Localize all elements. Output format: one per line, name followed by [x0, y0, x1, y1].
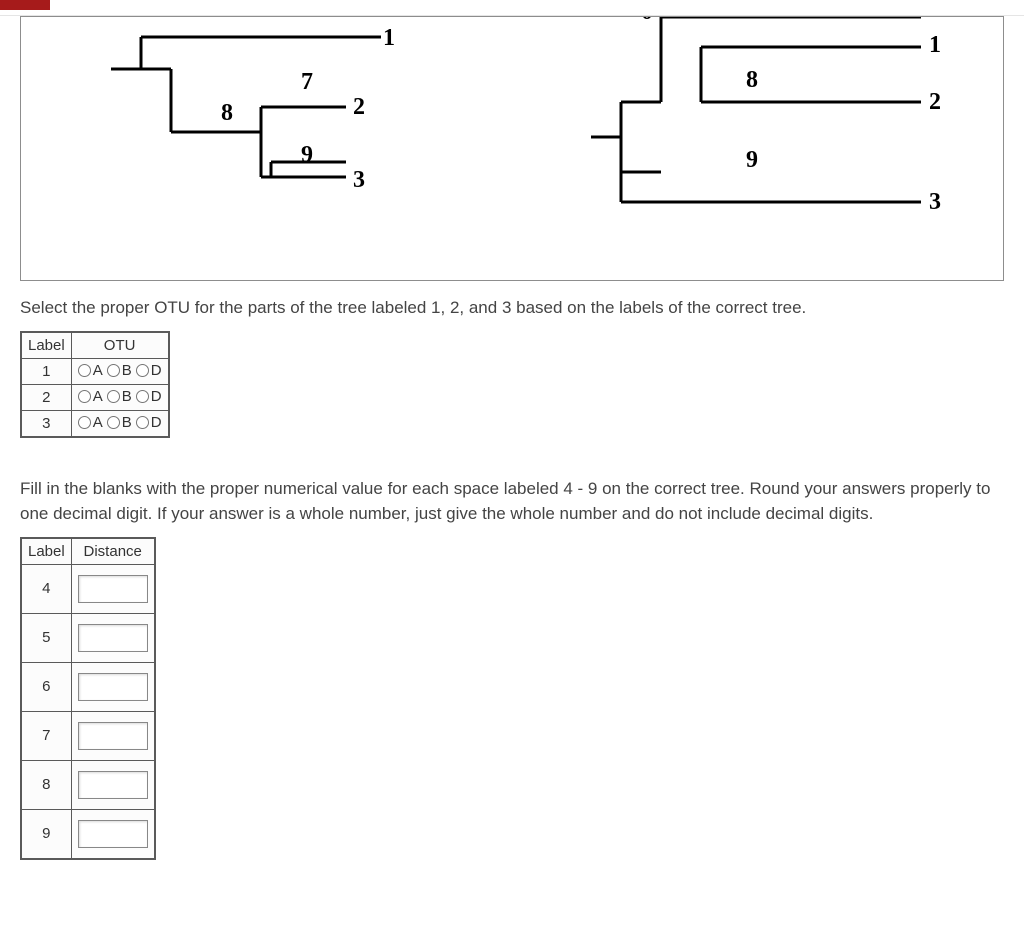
right-tip-0: 0 — [641, 16, 653, 26]
otu-option-label: B — [122, 388, 132, 405]
dist-row-input-cell — [71, 711, 155, 760]
otu-radio[interactable] — [78, 390, 91, 403]
otu-option[interactable]: D — [136, 388, 162, 405]
dist-row-label: 5 — [21, 613, 71, 662]
top-bar — [0, 0, 1024, 16]
right-tip-2: 2 — [929, 89, 941, 116]
right-tip-1: 1 — [929, 32, 941, 59]
tree-figure-panel: 1 2 3 7 8 9 — [20, 16, 1004, 281]
otu-radio[interactable] — [78, 416, 91, 429]
right-branch-8: 8 — [746, 67, 758, 94]
otu-option-label: B — [122, 414, 132, 431]
dist-row-input-cell — [71, 564, 155, 613]
dist-row-label: 8 — [21, 760, 71, 809]
left-tip-2: 2 — [353, 94, 365, 121]
otu-row-options: ABD — [71, 384, 168, 410]
right-branch-9: 9 — [746, 147, 758, 174]
otu-table: Label OTU 1 A B D 2 A B D 3 A B D — [20, 331, 170, 438]
dist-row-input-cell — [71, 809, 155, 859]
left-branch-8: 8 — [221, 100, 233, 127]
distance-input[interactable] — [78, 722, 148, 750]
otu-radio[interactable] — [136, 390, 149, 403]
otu-row-options: ABD — [71, 410, 168, 437]
otu-option[interactable]: D — [136, 414, 162, 431]
otu-radio[interactable] — [136, 364, 149, 377]
otu-option[interactable]: B — [107, 414, 132, 431]
left-branch-7: 7 — [301, 69, 313, 96]
otu-option[interactable]: D — [136, 362, 162, 379]
dist-row: 7 — [21, 711, 155, 760]
dist-row-label: 7 — [21, 711, 71, 760]
otu-radio[interactable] — [107, 364, 120, 377]
distance-table: Label Distance 456789 — [20, 537, 156, 860]
dist-row-input-cell — [71, 613, 155, 662]
otu-option-label: D — [151, 362, 162, 379]
dist-row: 9 — [21, 809, 155, 859]
left-branch-9: 9 — [301, 142, 313, 169]
otu-option-label: D — [151, 414, 162, 431]
otu-option[interactable]: B — [107, 388, 132, 405]
top-red-accent — [0, 0, 50, 10]
otu-row: 1 A B D — [21, 358, 169, 384]
dist-row: 5 — [21, 613, 155, 662]
dendrogram-right: 0 1 2 3 8 9 — [571, 16, 971, 252]
dist-row-label: 4 — [21, 564, 71, 613]
otu-option-label: A — [93, 388, 103, 405]
otu-head-label: Label — [21, 332, 71, 359]
otu-option[interactable]: B — [107, 362, 132, 379]
question-2-text: Fill in the blanks with the proper numer… — [20, 476, 1004, 527]
otu-row-label: 1 — [21, 358, 71, 384]
distance-input[interactable] — [78, 624, 148, 652]
dist-row-input-cell — [71, 760, 155, 809]
otu-row: 2 A B D — [21, 384, 169, 410]
left-tip-1: 1 — [383, 25, 395, 52]
distance-input[interactable] — [78, 771, 148, 799]
otu-option-label: A — [93, 362, 103, 379]
otu-radio[interactable] — [107, 390, 120, 403]
dist-head-label: Label — [21, 538, 71, 565]
otu-option-label: D — [151, 388, 162, 405]
dist-head-dist: Distance — [71, 538, 155, 565]
otu-option[interactable]: A — [78, 362, 103, 379]
question-1-text: Select the proper OTU for the parts of t… — [20, 295, 1004, 321]
otu-head-otu: OTU — [71, 332, 168, 359]
left-tip-3: 3 — [353, 167, 365, 194]
dist-row-input-cell — [71, 662, 155, 711]
otu-row-label: 3 — [21, 410, 71, 437]
otu-radio[interactable] — [78, 364, 91, 377]
main-content: 1 2 3 7 8 9 — [0, 16, 1024, 900]
dist-row: 4 — [21, 564, 155, 613]
distance-input[interactable] — [78, 673, 148, 701]
otu-option[interactable]: A — [78, 414, 103, 431]
dist-row: 6 — [21, 662, 155, 711]
dist-row-label: 9 — [21, 809, 71, 859]
right-tip-3: 3 — [929, 189, 941, 216]
otu-option-label: B — [122, 362, 132, 379]
dist-row: 8 — [21, 760, 155, 809]
dist-row-label: 6 — [21, 662, 71, 711]
distance-input[interactable] — [78, 820, 148, 848]
otu-radio[interactable] — [107, 416, 120, 429]
otu-option-label: A — [93, 414, 103, 431]
dendrogram-right-svg — [571, 16, 971, 247]
otu-radio[interactable] — [136, 416, 149, 429]
otu-row-options: ABD — [71, 358, 168, 384]
otu-row-label: 2 — [21, 384, 71, 410]
distance-input[interactable] — [78, 575, 148, 603]
otu-row: 3 A B D — [21, 410, 169, 437]
dendrogram-left: 1 2 3 7 8 9 — [111, 16, 441, 242]
otu-option[interactable]: A — [78, 388, 103, 405]
